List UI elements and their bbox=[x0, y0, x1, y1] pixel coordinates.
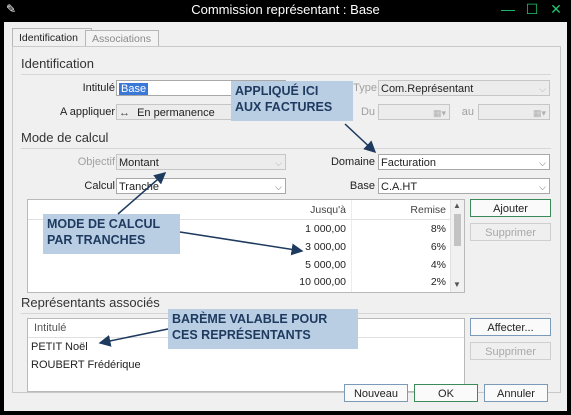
delete-representant-button[interactable]: Supprimer bbox=[470, 342, 551, 360]
callout-text: CES REPRÉSENTANTS bbox=[172, 328, 311, 342]
minimize-icon[interactable]: — bbox=[498, 0, 518, 20]
tab-identification[interactable]: Identification bbox=[12, 28, 92, 47]
grid-cell-jusqua[interactable]: 5 000,00 bbox=[278, 259, 346, 271]
appliquer-label: A appliquer bbox=[59, 106, 115, 118]
domaine-select[interactable]: Facturation ⌵ bbox=[378, 154, 550, 170]
scroll-up-icon[interactable]: ▲ bbox=[453, 201, 461, 210]
divider bbox=[351, 200, 352, 292]
calcul-select[interactable]: Tranche ⌵ bbox=[116, 178, 286, 194]
cancel-button[interactable]: Annuler bbox=[484, 384, 548, 402]
double-arrow-icon: ↔ bbox=[119, 107, 130, 119]
chevron-down-icon: ⌵ bbox=[539, 84, 546, 94]
callout-text: APPLIQUÉ ICI bbox=[235, 84, 319, 98]
section-title-mode-calcul: Mode de calcul bbox=[21, 130, 109, 145]
objectif-value: Montant bbox=[119, 157, 159, 169]
section-title-representants: Représentants associés bbox=[21, 295, 160, 310]
grid-cell-jusqua[interactable]: 10 000,00 bbox=[278, 276, 346, 288]
section-title-identification: Identification bbox=[21, 56, 94, 71]
close-icon[interactable]: ✕ bbox=[546, 0, 566, 20]
au-label: au bbox=[461, 106, 474, 118]
domaine-label: Domaine bbox=[330, 156, 375, 168]
grid-cell-remise[interactable]: 4% bbox=[358, 259, 446, 271]
type-value: Com.Représentant bbox=[381, 83, 474, 95]
tab-associations[interactable]: Associations bbox=[85, 30, 159, 47]
dialog-window: ✎ Commission représentant : Base — ☐ ✕ I… bbox=[0, 0, 571, 415]
list-header-intitule[interactable]: Intitulé bbox=[34, 322, 66, 334]
grid-scrollbar[interactable]: ▲ ▼ bbox=[450, 200, 464, 292]
callout-text: BARÈME VALABLE POUR bbox=[172, 312, 328, 326]
calcul-label: Calcul bbox=[84, 180, 115, 192]
grid-cell-jusqua[interactable]: 3 000,00 bbox=[278, 241, 346, 253]
chevron-down-icon: ⌵ bbox=[539, 182, 546, 192]
grid-cell-remise[interactable]: 6% bbox=[358, 241, 446, 253]
type-select[interactable]: Com.Représentant ⌵ bbox=[378, 80, 550, 96]
base-label: Base bbox=[349, 180, 375, 192]
new-button[interactable]: Nouveau bbox=[344, 384, 408, 402]
callout-text: PAR TRANCHES bbox=[47, 233, 146, 247]
grid-cell-remise[interactable]: 2% bbox=[358, 276, 446, 288]
list-item[interactable]: ROUBERT Frédérique bbox=[31, 359, 141, 371]
objectif-select[interactable]: Montant ⌵ bbox=[116, 154, 286, 170]
delete-tranche-button[interactable]: Supprimer bbox=[470, 223, 551, 241]
calendar-icon[interactable]: ▦▾ bbox=[433, 105, 446, 119]
grid-cell-jusqua[interactable]: 1 000,00 bbox=[278, 223, 346, 235]
calendar-icon[interactable]: ▦▾ bbox=[533, 105, 546, 119]
appliquer-value: En permanence bbox=[137, 107, 215, 119]
scroll-thumb[interactable] bbox=[454, 214, 461, 246]
chevron-down-icon: ⌵ bbox=[275, 182, 282, 192]
intitule-value: Base bbox=[119, 83, 149, 95]
callout-tranches: MODE DE CALCUL PAR TRANCHES bbox=[43, 214, 180, 254]
callout-factures: APPLIQUÉ ICI AUX FACTURES bbox=[231, 81, 353, 121]
grid-cell-remise[interactable]: 8% bbox=[358, 223, 446, 235]
window-title: Commission représentant : Base bbox=[191, 2, 380, 17]
maximize-icon[interactable]: ☐ bbox=[522, 0, 542, 20]
assign-button[interactable]: Affecter... bbox=[470, 318, 551, 336]
base-value: C.A.HT bbox=[381, 181, 418, 193]
grid-header-jusqua[interactable]: Jusqu'à bbox=[278, 204, 346, 216]
appliquer-select[interactable]: ↔ En permanence bbox=[116, 104, 236, 120]
scroll-down-icon[interactable]: ▼ bbox=[453, 280, 461, 289]
domaine-value: Facturation bbox=[381, 157, 437, 169]
callout-text: MODE DE CALCUL bbox=[47, 217, 161, 231]
du-label: Du bbox=[360, 106, 375, 118]
objectif-label: Objectif bbox=[77, 156, 115, 168]
chevron-down-icon: ⌵ bbox=[275, 158, 282, 168]
add-tranche-button[interactable]: Ajouter bbox=[470, 199, 551, 217]
chevron-down-icon: ⌵ bbox=[539, 158, 546, 168]
divider bbox=[21, 148, 551, 149]
base-select[interactable]: C.A.HT ⌵ bbox=[378, 178, 550, 194]
au-date-field[interactable]: ▦▾ bbox=[478, 104, 550, 120]
callout-representants: BARÈME VALABLE POUR CES REPRÉSENTANTS bbox=[168, 309, 358, 349]
calcul-value: Tranche bbox=[119, 181, 159, 193]
du-date-field[interactable]: ▦▾ bbox=[378, 104, 450, 120]
list-item[interactable]: PETIT Noël bbox=[31, 341, 88, 353]
divider bbox=[21, 74, 551, 75]
callout-text: AUX FACTURES bbox=[235, 100, 333, 114]
intitule-label: Intitulé bbox=[82, 82, 115, 94]
grid-header-remise[interactable]: Remise bbox=[358, 204, 446, 216]
ok-button[interactable]: OK bbox=[414, 384, 478, 402]
title-bar[interactable]: ✎ Commission représentant : Base — ☐ ✕ bbox=[0, 0, 571, 20]
